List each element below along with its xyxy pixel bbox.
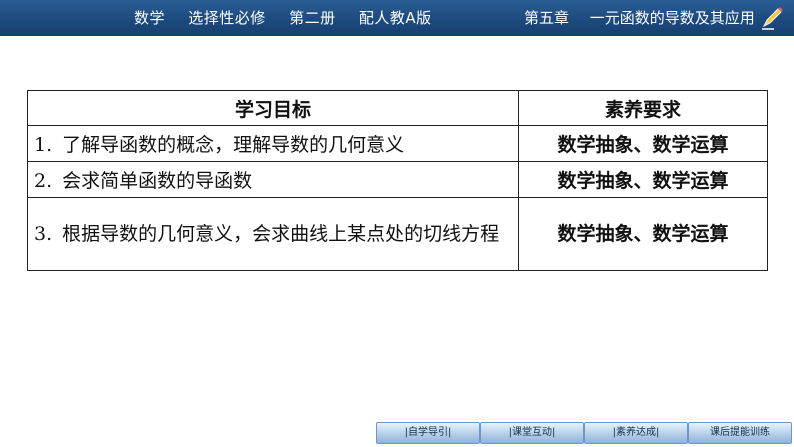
table-header-requirement: 素养要求	[518, 90, 768, 126]
table-header-row: 学习目标 素养要求	[27, 90, 768, 126]
header-chapter-info: 第五章 一元函数的导数及其应用	[524, 0, 771, 36]
goal-text: 根据导数的几何意义，会求曲线上某点处的切线方程	[62, 223, 500, 245]
goal-number: 1.	[34, 134, 53, 156]
requirement-cell: 数学抽象、数学运算	[518, 125, 768, 162]
nav-button-self-study[interactable]: |自学导引|	[376, 422, 480, 444]
requirement-cell: 数学抽象、数学运算	[518, 161, 768, 198]
goal-cell: 2. 会求简单函数的导函数	[27, 161, 519, 198]
requirement-cell: 数学抽象、数学运算	[518, 197, 768, 271]
header-volume: 第二册	[289, 9, 336, 27]
header-chapter: 第五章	[524, 9, 570, 27]
table-row: 3. 根据导数的几何意义，会求曲线上某点处的切线方程 数学抽象、数学运算	[27, 197, 768, 271]
table-row: 1. 了解导函数的概念，理解导数的几何意义 数学抽象、数学运算	[27, 125, 768, 162]
nav-button-class-interaction[interactable]: |课堂互动|	[480, 422, 584, 444]
goal-text: 会求简单函数的导函数	[62, 170, 253, 192]
header-volume-type: 选择性必修	[188, 9, 266, 27]
goal-cell: 1. 了解导函数的概念，理解导数的几何意义	[27, 125, 519, 162]
header-bar: 数学 选择性必修 第二册 配人教A版 第五章 一元函数的导数及其应用	[0, 0, 794, 36]
goal-text: 了解导函数的概念，理解导数的几何意义	[62, 134, 405, 156]
pencil-icon	[762, 7, 783, 30]
header-edition: 配人教A版	[358, 9, 432, 27]
header-chapter-title: 一元函数的导数及其应用	[589, 9, 755, 27]
table-header-goal: 学习目标	[27, 90, 519, 126]
header-course-info: 数学 选择性必修 第二册 配人教A版	[134, 0, 450, 36]
goal-cell: 3. 根据导数的几何意义，会求曲线上某点处的切线方程	[27, 197, 519, 271]
nav-button-homework[interactable]: 课后提能训练	[688, 422, 792, 444]
learning-goals-table: 学习目标 素养要求 1. 了解导函数的概念，理解导数的几何意义 数学抽象、数学运算…	[27, 90, 768, 271]
nav-button-competency[interactable]: |素养达成|	[584, 422, 688, 444]
header-subject: 数学	[134, 9, 166, 27]
table-row: 2. 会求简单函数的导函数 数学抽象、数学运算	[27, 161, 768, 198]
goal-number: 2.	[34, 170, 53, 192]
goal-number: 3.	[34, 223, 53, 245]
